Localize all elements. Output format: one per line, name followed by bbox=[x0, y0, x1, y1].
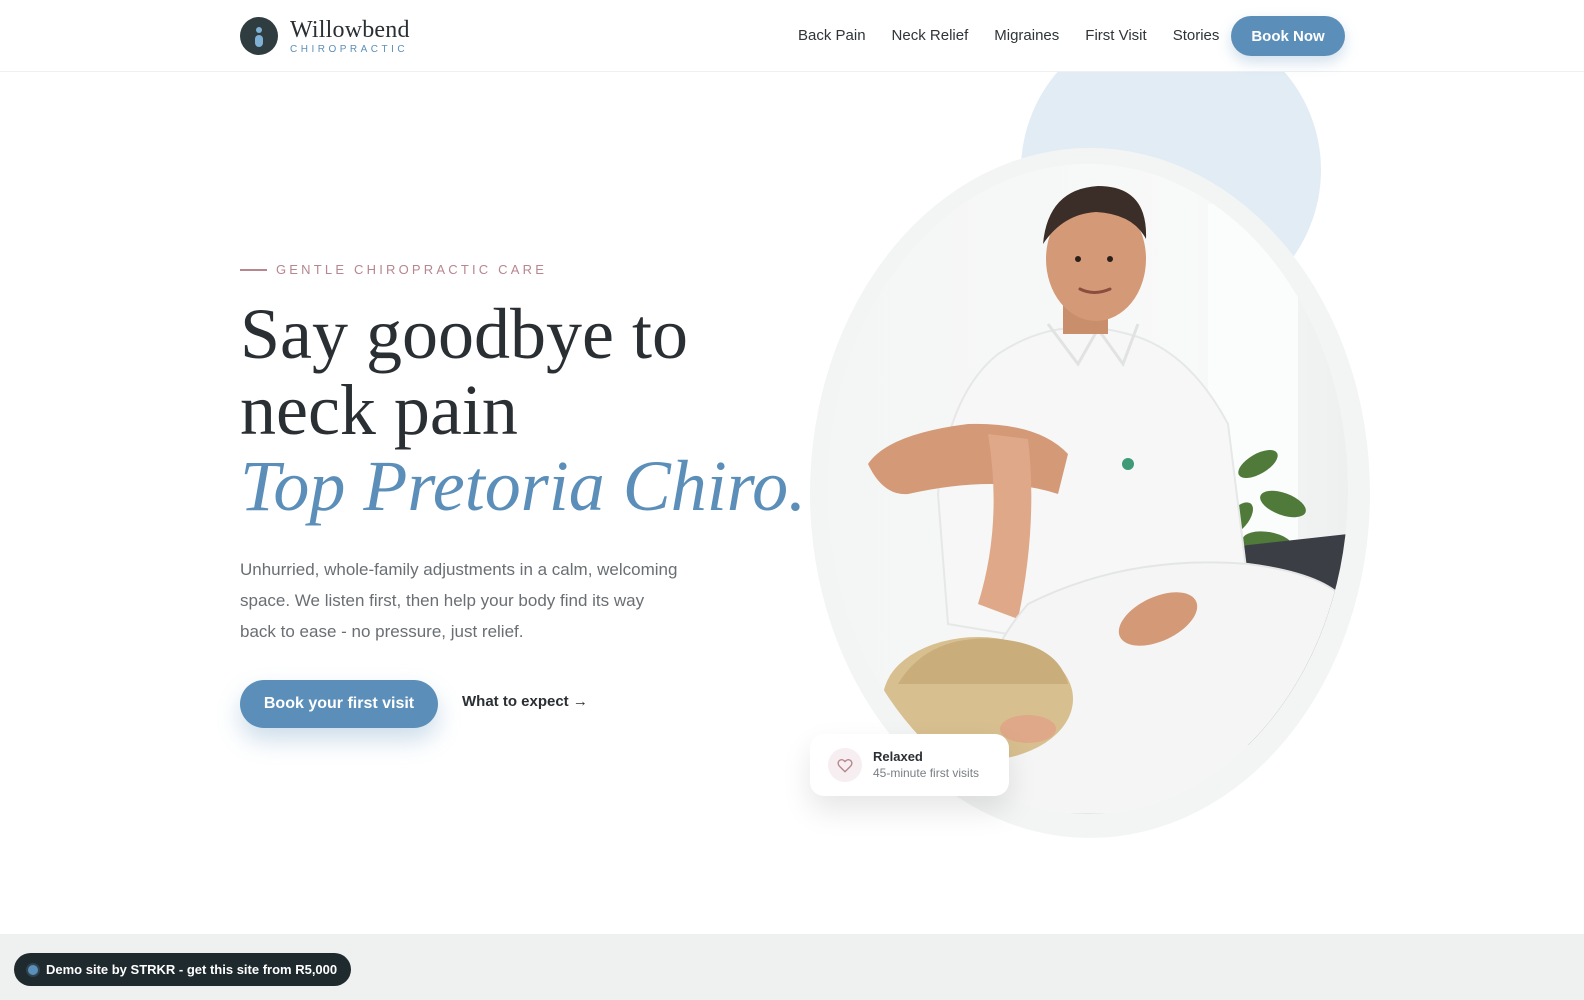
logo-mark-icon bbox=[240, 17, 278, 55]
relaxed-badge: Relaxed 45-minute first visits bbox=[810, 734, 1009, 796]
nav-link-migraines[interactable]: Migraines bbox=[994, 27, 1059, 44]
main-nav: Back Pain Neck Relief Migraines First Vi… bbox=[798, 27, 1219, 44]
badge-subtitle: 45-minute first visits bbox=[873, 765, 980, 780]
brand-tagline: CHIROPRACTIC bbox=[290, 43, 409, 55]
hero-eyebrow: GENTLE CHIROPRACTIC CARE bbox=[240, 262, 547, 277]
chiropractor-treatment-illustration bbox=[828, 164, 1348, 814]
eyebrow-text: GENTLE CHIROPRACTIC CARE bbox=[276, 262, 548, 277]
what-to-expect-link[interactable]: What to expect → bbox=[462, 693, 588, 710]
site-header: Willowbend CHIROPRACTIC Back Pain Neck R… bbox=[0, 0, 1584, 72]
headline-line-1: Say goodbye to bbox=[240, 294, 688, 374]
demo-site-banner[interactable]: Demo site by STRKR - get this site from … bbox=[14, 953, 352, 986]
heart-icon bbox=[828, 748, 862, 782]
nav-link-neck-relief[interactable]: Neck Relief bbox=[892, 27, 969, 44]
headline-accent: Top Pretoria Chiro. bbox=[240, 446, 807, 526]
badge-title: Relaxed bbox=[873, 749, 923, 765]
demo-banner-text: Demo site by STRKR - get this site from … bbox=[46, 962, 338, 977]
hero-lede: Unhurried, whole-family adjustments in a… bbox=[240, 560, 678, 641]
hero-headline: Say goodbye to neck pain Top Pretoria Ch… bbox=[240, 296, 806, 524]
badge-text: Relaxed 45-minute first visits bbox=[873, 749, 979, 780]
book-first-visit-button[interactable]: Book your first visit bbox=[240, 680, 438, 728]
book-now-button[interactable]: Book Now bbox=[1231, 16, 1345, 56]
headline-line-2: neck pain bbox=[240, 370, 518, 450]
nav-link-stories[interactable]: Stories bbox=[1173, 27, 1220, 44]
eyebrow-divider bbox=[240, 268, 267, 271]
logo[interactable]: Willowbend CHIROPRACTIC bbox=[240, 17, 410, 55]
status-dot-icon bbox=[28, 964, 38, 975]
nav-link-first-visit[interactable]: First Visit bbox=[1085, 27, 1146, 44]
hero-photo bbox=[828, 164, 1348, 814]
logo-text: Willowbend CHIROPRACTIC bbox=[290, 18, 410, 55]
nav-link-back-pain[interactable]: Back Pain bbox=[798, 27, 866, 44]
brand-name: Willowbend bbox=[290, 16, 410, 43]
